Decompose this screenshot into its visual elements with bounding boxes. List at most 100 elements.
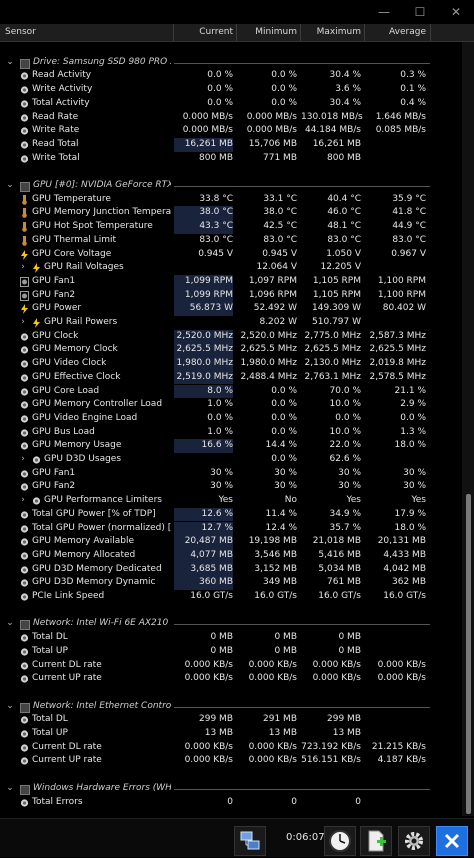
sensor-row[interactable]: › GPU D3D Usages 0.0 % 62.6 % <box>0 453 432 467</box>
average-value: 0.967 V <box>391 248 426 259</box>
sensor-row[interactable]: Total UP 13 MB 13 MB 13 MB <box>0 727 432 741</box>
circle-icon <box>20 715 29 725</box>
collapse-chevron-icon[interactable]: ⌄ <box>6 700 14 714</box>
circle-icon <box>20 743 29 753</box>
expand-chevron-icon[interactable]: › <box>19 453 27 467</box>
sensor-row[interactable]: GPU Power 56.873 W 52.492 W 149.309 W 80.402… <box>0 302 432 316</box>
current-value: 30 % <box>210 481 233 492</box>
exit-button[interactable] <box>436 826 468 856</box>
sensor-row[interactable]: GPU Fan2 1,099 RPM 1,096 RPM 1,105 RPM 1,100… <box>0 288 432 303</box>
minimum-value: 0 MB <box>274 632 297 643</box>
sensor-row[interactable]: GPU Memory Junction Temperature38.0 °C38… <box>0 206 432 221</box>
sensor-row[interactable]: Read Activity 0.0 % 0.0 % 30.4 % 0.3 % <box>0 69 432 83</box>
sensor-group-header[interactable]: ⌄ GPU [#0]: NVIDIA GeForce RTX ... <box>0 179 432 193</box>
sensor-group-header[interactable]: ⌄ Network: Intel Wi-Fi 6E AX210 1... <box>0 617 432 631</box>
sensor-row[interactable]: GPU Video Engine Load 0.0 % 0.0 % 0.0 % 0.0 … <box>0 412 432 426</box>
sensor-row[interactable]: GPU Thermal Limit 83.0 °C 83.0 °C 83.0 °C 83… <box>0 234 432 248</box>
average-value: 0.000 KB/s <box>377 659 426 670</box>
sensor-row[interactable]: Total GPU Power [% of TDP] 12.6 % 11.4 % 34… <box>0 507 432 522</box>
maximum-value: 299 MB <box>327 714 361 725</box>
sensor-row[interactable]: Current DL rate 0.000 KB/s 0.000 KB/s 723.1… <box>0 741 432 755</box>
sensor-row[interactable]: Write Total 800 MB 771 MB 800 MB <box>0 152 432 166</box>
sensor-row[interactable]: GPU Memory Available 20,487 MB 19,198 MB 21… <box>0 535 432 549</box>
sensor-row[interactable]: Current UP rate 0.000 KB/s 0.000 KB/s 516.1… <box>0 754 432 768</box>
sensor-row[interactable]: GPU D3D Memory Dynamic 360 MB 349 MB 761 MB… <box>0 576 432 590</box>
vertical-scrollbar[interactable] <box>462 42 474 816</box>
collapse-chevron-icon[interactable]: ⌄ <box>6 179 14 193</box>
circle-icon <box>20 99 29 109</box>
sensor-row[interactable]: GPU Memory Allocated 4,077 MB 3,546 MB 5,41… <box>0 548 432 563</box>
header-sensor[interactable]: Sensor <box>5 24 36 41</box>
sensor-row[interactable]: GPU Fan2 30 % 30 % 30 % 30 % <box>0 480 432 494</box>
settings-button[interactable] <box>398 826 430 856</box>
collapse-chevron-icon[interactable]: ⌄ <box>6 782 14 796</box>
collapse-chevron-icon[interactable]: ⌄ <box>6 56 14 70</box>
circle-icon <box>20 756 29 766</box>
sensor-row[interactable]: Read Rate 0.000 MB/s 0.000 MB/s 130.018 MB/… <box>0 111 432 125</box>
average-value <box>365 631 426 645</box>
sensor-row[interactable]: GPU Effective Clock 2,519.0 MHz 2,488.4 MH… <box>0 370 432 385</box>
average-value: 0.000 KB/s <box>377 673 426 684</box>
current-value: 1,099 RPM <box>174 288 233 303</box>
sensor-row[interactable]: GPU Memory Clock 2,625.5 MHz 2,625.5 MHz 2,… <box>0 343 432 358</box>
sensor-row[interactable]: GPU D3D Memory Dedicated 3,685 MB 3,152 MB… <box>0 562 432 577</box>
sensor-row[interactable]: GPU Clock 2,520.0 MHz 2,520.0 MHz 2,775.0 M… <box>0 329 432 344</box>
sensor-row[interactable]: GPU Core Load 8.0 % 0.0 % 70.0 % 21.1 % <box>0 384 432 399</box>
sensor-row[interactable]: Total GPU Power (normalized) [% ...12.7 … <box>0 521 432 536</box>
sensor-row[interactable]: › GPU Performance Limiters Yes No Yes Yes <box>0 494 432 508</box>
sensor-row[interactable]: Write Activity 0.0 % 0.0 % 3.6 % 0.1 % <box>0 83 432 97</box>
sensor-row[interactable]: GPU Video Clock 1,980.0 MHz 1,980.0 MHz 2,1… <box>0 357 432 371</box>
sensor-row[interactable]: Total UP 0 MB 0 MB 0 MB <box>0 645 432 659</box>
sensor-row[interactable]: GPU Fan1 30 % 30 % 30 % 30 % <box>0 467 432 481</box>
sensor-row[interactable]: Write Rate 0.000 MB/s 0.000 MB/s 44.184 MB/… <box>0 124 432 138</box>
current-value: 0.000 MB/s <box>182 125 233 136</box>
close-icon[interactable]: ✕ <box>446 3 466 21</box>
expand-chevron-icon[interactable]: › <box>19 261 27 275</box>
sensor-row[interactable]: GPU Core Voltage 0.945 V 0.945 V 1.050 V 0.9… <box>0 248 432 262</box>
current-value: 0 MB <box>210 632 233 643</box>
add-log-icon <box>368 830 386 852</box>
header-average[interactable]: Average <box>365 24 426 41</box>
maximize-icon[interactable]: ☐ <box>410 3 430 21</box>
network-monitor-button[interactable] <box>234 826 266 856</box>
sensor-row[interactable]: GPU Temperature 33.8 °C 33.1 °C 40.4 °C 35.9… <box>0 193 432 207</box>
sensor-group-header[interactable]: ⌄ Drive: Samsung SSD 980 PRO 2T... <box>0 56 432 70</box>
sensor-row[interactable]: Current DL rate 0.000 KB/s 0.000 KB/s 0.000… <box>0 659 432 673</box>
expand-chevron-icon[interactable]: › <box>19 316 27 330</box>
header-current[interactable]: Current <box>174 24 233 41</box>
minimize-icon[interactable]: — <box>374 3 394 21</box>
circle-icon <box>20 798 29 808</box>
sensor-row[interactable]: GPU Memory Controller Load 1.0 % 0.0 % 10.0… <box>0 398 432 412</box>
sensor-row[interactable]: GPU Bus Load 1.0 % 0.0 % 10.0 % 1.3 % <box>0 426 432 440</box>
header-maximum[interactable]: Maximum <box>301 24 361 41</box>
sensor-row[interactable]: Total Activity 0.0 % 0.0 % 30.4 % 0.4 % <box>0 97 432 111</box>
header-minimum[interactable]: Minimum <box>237 24 297 41</box>
sensor-row[interactable]: › GPU Rail Powers 8.202 W 510.797 W <box>0 316 432 330</box>
average-value <box>365 138 426 152</box>
sensor-row[interactable]: Read Total 16,261 MB 15,706 MB 16,261 MB <box>0 137 432 152</box>
average-value: 18.0 % <box>394 522 426 533</box>
sensor-row[interactable]: Current UP rate 0.000 KB/s 0.000 KB/s 0.000… <box>0 672 432 686</box>
collapse-chevron-icon[interactable]: ⌄ <box>6 617 14 631</box>
reset-clock-button[interactable] <box>324 826 356 856</box>
expand-chevron-icon[interactable]: › <box>19 494 27 508</box>
circle-icon <box>20 469 29 479</box>
sensor-label: GPU Fan1 <box>32 467 76 478</box>
sensor-row[interactable]: PCIe Link Speed 16.0 GT/s 16.0 GT/s 16.0 GT… <box>0 590 432 604</box>
minimum-value: 3,152 MB <box>254 563 297 574</box>
scrollbar-thumb[interactable] <box>466 494 471 814</box>
sensor-row[interactable]: GPU Memory Usage 16.6 % 14.4 % 22.0 % 18.0 % <box>0 439 432 453</box>
maximum-value: 70.0 % <box>329 385 361 396</box>
sensor-label: GPU Hot Spot Temperature <box>32 221 153 232</box>
sensor-row[interactable]: Total Errors 0 0 0 <box>0 796 432 810</box>
column-divider[interactable] <box>430 24 431 41</box>
sensor-row[interactable]: Total DL 299 MB 291 MB 299 MB <box>0 713 432 727</box>
sensor-list[interactable]: ⌄ Drive: Samsung SSD 980 PRO 2T... Read Ac… <box>0 42 474 816</box>
sensor-row[interactable]: Total DL 0 MB 0 MB 0 MB <box>0 631 432 645</box>
start-logging-button[interactable] <box>360 826 392 856</box>
sensor-row[interactable]: GPU Hot Spot Temperature 43.3 °C 42.5 °C 48… <box>0 220 432 234</box>
sensor-group-header[interactable]: ⌄ Network: Intel Ethernet Controll... <box>0 700 432 714</box>
sensor-group-header[interactable]: ⌄ Windows Hardware Errors (WHEA) <box>0 782 432 796</box>
sensor-row[interactable]: GPU Fan1 1,099 RPM 1,097 RPM 1,105 RPM 1,100… <box>0 274 432 289</box>
sensor-row[interactable]: › GPU Rail Voltages 12.064 V 12.205 V <box>0 261 432 275</box>
